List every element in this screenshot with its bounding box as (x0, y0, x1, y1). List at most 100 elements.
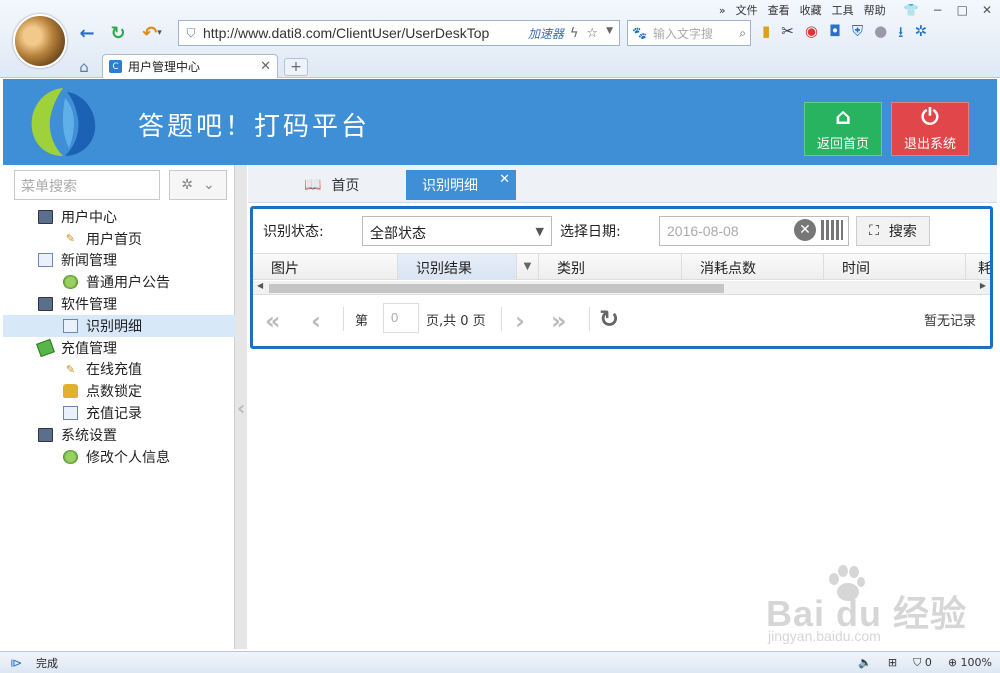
download-icon[interactable]: ⭳ (898, 22, 903, 47)
close-tab-icon[interactable]: ✕ (260, 59, 271, 74)
last-page-icon[interactable]: » (551, 307, 567, 335)
window-controls: 👕 − □ ✕ (904, 3, 992, 17)
zoom-control[interactable]: ⊕ 100% (948, 656, 992, 669)
menu-settings-button[interactable]: ✲ ⌄ (169, 170, 227, 200)
menu-search-input[interactable]: 菜单搜索 (14, 170, 160, 200)
sidebar-item-user-home[interactable]: ✎ 用户首页 (3, 228, 235, 250)
column-header-result[interactable]: 识别结果 (398, 254, 517, 280)
menu-tools[interactable]: 工具 (832, 2, 854, 18)
network-icon[interactable]: ⊞ (888, 656, 897, 669)
column-menu-icon[interactable]: ▼ (517, 254, 539, 279)
security-icon[interactable]: ⛨ (852, 22, 863, 47)
status-select[interactable]: 全部状态 ▼ (362, 216, 552, 246)
menu-file[interactable]: 文件 (736, 2, 758, 18)
sidebar-toggle-icon[interactable]: ⧐ (10, 656, 22, 670)
content-tabs: 📖 首页 识别明细 ✕ (248, 165, 997, 203)
scrollbar-thumb[interactable] (269, 284, 724, 293)
lightning-icon[interactable]: ϟ (570, 26, 579, 41)
sidebar-item-points-lock[interactable]: 点数锁定 (3, 380, 235, 402)
column-header-truncated[interactable]: 耗 (966, 254, 990, 280)
sidebar-item-edit-profile[interactable]: 修改个人信息 (3, 446, 235, 468)
baidu-jingyan-watermark: Bai du 经验 jingyan.baidu.com (766, 565, 976, 650)
tab-home[interactable]: 📖 首页 (304, 170, 359, 200)
address-bar[interactable]: ⛉ http://www.dati8.com/ClientUser/UserDe… (178, 20, 620, 46)
browser-search[interactable]: 🐾 输入文字搜 ⌕ (627, 20, 751, 46)
sidebar-item-label: 用户首页 (86, 231, 142, 248)
clear-date-icon[interactable]: ✕ (794, 219, 816, 241)
back-icon[interactable]: ← (76, 22, 98, 44)
calendar-icon[interactable] (821, 220, 843, 240)
column-header-category[interactable]: 类别 (539, 254, 682, 280)
horizontal-scrollbar[interactable]: ◀ ▶ (253, 281, 990, 295)
dropdown-icon[interactable]: ▼ (606, 26, 613, 41)
previous-page-icon[interactable]: ‹ (311, 307, 321, 335)
sidebar-item-label: 新闻管理 (61, 253, 117, 270)
speaker-icon[interactable]: 🔈 (858, 656, 872, 669)
menu-more-icon[interactable]: » (719, 4, 726, 17)
maximize-icon[interactable]: □ (957, 3, 968, 17)
return-home-label: 返回首页 (816, 136, 869, 152)
sidebar-item-recharge[interactable]: 充值管理 (3, 337, 235, 359)
close-window-icon[interactable]: ✕ (982, 3, 992, 17)
collapse-sidebar-icon[interactable]: ‹ (237, 396, 247, 424)
refresh-icon[interactable]: ↻ (599, 305, 619, 333)
user-avatar[interactable] (13, 14, 67, 68)
tab-user-center[interactable]: C 用户管理中心 ✕ (102, 54, 278, 78)
sidebar-item-news[interactable]: 新闻管理 (3, 250, 235, 272)
home-icon[interactable]: ⌂ (70, 56, 98, 78)
refresh-icon[interactable]: ↻ (107, 22, 129, 44)
undo-icon[interactable]: ↶ ▾ (137, 22, 167, 44)
sidebar-item-user-center[interactable]: 用户中心 (3, 206, 235, 228)
bookmark-icon[interactable]: ▮ (762, 22, 770, 47)
column-header-time[interactable]: 时间 (824, 254, 966, 280)
computer-icon (38, 209, 53, 224)
sidebar-item-announcement[interactable]: 普通用户公告 (3, 271, 235, 293)
sidebar-item-online-recharge[interactable]: ✎ 在线充值 (3, 359, 235, 381)
browser-toolbar: » 文件 查看 收藏 工具 帮助 👕 − □ ✕ ← ↻ ↶ ▾ ⛉ http:/… (0, 0, 1000, 78)
no-records-text: 暂无记录 (923, 314, 976, 329)
return-home-button[interactable]: ⌂ 返回首页 (804, 102, 882, 156)
search-button[interactable]: ⛶ 搜索 (856, 216, 930, 246)
site-favicon-icon: C (109, 60, 122, 73)
weibo-icon[interactable]: ◉ (805, 22, 818, 47)
sidebar-item-recognition-detail[interactable]: 识别明细 (3, 314, 235, 337)
star-icon[interactable]: ☆ (586, 26, 598, 41)
close-tab-icon[interactable]: ✕ (499, 172, 510, 187)
gear-icon[interactable]: ✲ (914, 22, 927, 47)
first-page-icon[interactable]: « (265, 307, 281, 335)
tab-home-label: 首页 (331, 178, 360, 194)
minimize-icon[interactable]: − (933, 3, 943, 17)
page-number-input[interactable]: 0 (383, 303, 419, 333)
column-header-points[interactable]: 消耗点数 (682, 254, 824, 280)
sidebar-item-software[interactable]: 软件管理 (3, 293, 235, 315)
scissors-icon[interactable]: ✂ (781, 22, 794, 47)
menu-view[interactable]: 查看 (768, 2, 790, 18)
scroll-right-icon[interactable]: ▶ (980, 281, 986, 290)
accelerator-label[interactable]: 加速器 (528, 25, 564, 42)
next-page-icon[interactable]: › (515, 307, 525, 335)
app-header: 答题吧！打码平台 ⌂ 返回首页 ⏻ 退出系统 (3, 79, 997, 165)
exit-system-button[interactable]: ⏻ 退出系统 (891, 102, 969, 156)
sidebar: 菜单搜索 ✲ ⌄ 用户中心 ✎ 用户首页 新闻管理 普通用户公告 软件管理 识别明… (3, 165, 235, 649)
date-label: 选择日期: (560, 224, 621, 240)
new-tab-button[interactable]: + (284, 58, 308, 76)
skin-icon[interactable]: 👕 (904, 3, 919, 17)
column-header-image[interactable]: 图片 (253, 254, 398, 280)
watermark-url-text: jingyan.baidu.com (768, 628, 881, 644)
browser-menu: » 文件 查看 收藏 工具 帮助 👕 − □ ✕ (719, 2, 992, 18)
binoculars-icon: ⛶ (869, 223, 879, 239)
scroll-left-icon[interactable]: ◀ (257, 281, 263, 290)
blocked-count[interactable]: ⛉ 0 (913, 656, 932, 670)
app-icon[interactable]: ◘ (829, 22, 841, 47)
sidebar-item-system-settings[interactable]: 系统设置 (3, 424, 235, 446)
page-prefix: 第 (355, 314, 369, 329)
address-url[interactable]: http://www.dati8.com/ClientUser/UserDesk… (203, 25, 528, 41)
browser-statusbar: ⧐ 完成 🔈 ⊞ ⛉ 0 ⊕ 100% (0, 651, 1000, 673)
tab-recognition-detail[interactable]: 识别明细 ✕ (406, 170, 516, 200)
document-icon (38, 253, 53, 268)
chat-icon[interactable]: ● (874, 22, 887, 47)
menu-favorites[interactable]: 收藏 (800, 2, 822, 18)
menu-help[interactable]: 帮助 (864, 2, 886, 18)
sidebar-item-recharge-records[interactable]: 充值记录 (3, 402, 235, 424)
search-icon[interactable]: ⌕ (739, 26, 746, 41)
